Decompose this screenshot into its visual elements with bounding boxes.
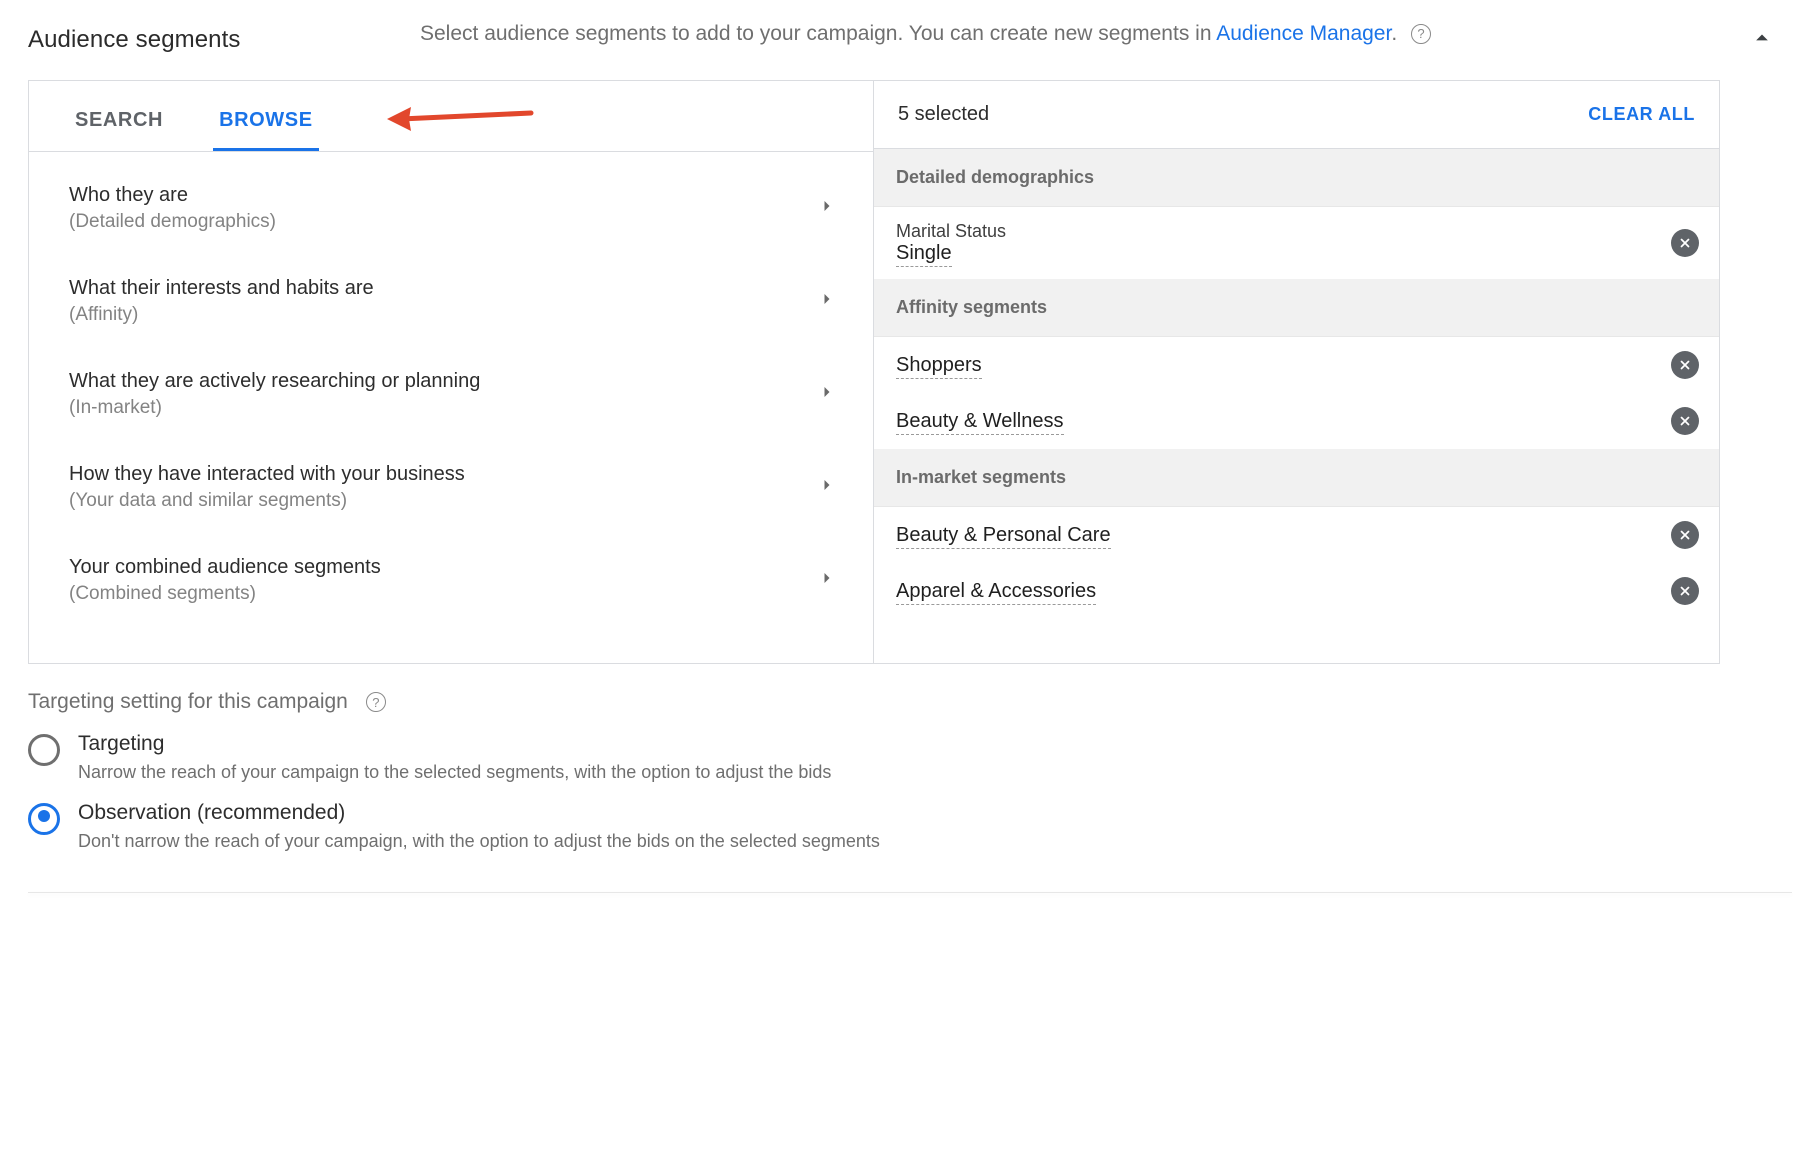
chevron-right-icon <box>817 475 837 500</box>
section-title: Audience segments <box>28 20 408 54</box>
chip-value: Beauty & Wellness <box>896 410 1064 435</box>
selected-chip-shoppers: Shoppers <box>874 337 1719 393</box>
selected-chip-beauty-wellness: Beauty & Wellness <box>874 393 1719 449</box>
remove-chip-button[interactable] <box>1671 521 1699 549</box>
selected-count: 5 selected <box>898 103 989 126</box>
collapse-button[interactable] <box>1732 20 1792 56</box>
help-icon[interactable]: ? <box>1411 24 1431 44</box>
selected-chip-marital-status: Marital Status Single <box>874 207 1719 279</box>
radio-observation[interactable] <box>28 803 60 835</box>
chevron-right-icon <box>817 196 837 221</box>
browse-item-sub: (Affinity) <box>69 304 374 326</box>
browse-list: Who they are (Detailed demographics) Wha… <box>29 152 873 663</box>
selected-chip-beauty-personal-care: Beauty & Personal Care <box>874 507 1719 563</box>
section-header-in-market: In-market segments <box>874 449 1719 507</box>
section-header-affinity: Affinity segments <box>874 279 1719 337</box>
chevron-right-icon <box>817 289 837 314</box>
selected-header: 5 selected CLEAR ALL <box>874 81 1719 149</box>
browse-item-combined[interactable]: Your combined audience segments (Combine… <box>41 534 861 627</box>
radio-option-targeting[interactable]: Targeting Narrow the reach of your campa… <box>28 732 1720 783</box>
browse-item-title: Who they are <box>69 184 276 207</box>
browse-item-in-market[interactable]: What they are actively researching or pl… <box>41 348 861 441</box>
browse-item-who-they-are[interactable]: Who they are (Detailed demographics) <box>41 162 861 255</box>
browse-item-title: What their interests and habits are <box>69 277 374 300</box>
chip-label: Marital Status <box>896 221 1006 242</box>
targeting-settings: Targeting setting for this campaign ? Ta… <box>28 690 1720 852</box>
browse-item-title: How they have interacted with your busin… <box>69 463 465 486</box>
help-icon[interactable]: ? <box>366 692 386 712</box>
panel-left: SEARCH BROWSE Who they are (Detailed dem… <box>29 81 874 663</box>
browse-item-sub: (Your data and similar segments) <box>69 490 465 512</box>
chevron-right-icon <box>817 568 837 593</box>
option-label: Observation (recommended) <box>78 801 1720 825</box>
section-header-detailed-demographics: Detailed demographics <box>874 149 1719 207</box>
chip-value: Shoppers <box>896 354 982 379</box>
targeting-heading-text: Targeting setting for this campaign <box>28 690 348 714</box>
divider <box>28 892 1792 893</box>
remove-chip-button[interactable] <box>1671 229 1699 257</box>
chip-value: Beauty & Personal Care <box>896 524 1111 549</box>
radio-targeting[interactable] <box>28 734 60 766</box>
audience-manager-link[interactable]: Audience Manager <box>1216 22 1391 45</box>
browse-item-sub: (Detailed demographics) <box>69 211 276 233</box>
section-intro: Select audience segments to add to your … <box>420 20 1720 48</box>
targeting-heading: Targeting setting for this campaign ? <box>28 690 1720 714</box>
radio-option-observation[interactable]: Observation (recommended) Don't narrow t… <box>28 801 1720 852</box>
remove-chip-button[interactable] <box>1671 351 1699 379</box>
selected-chip-apparel-accessories: Apparel & Accessories <box>874 563 1719 619</box>
option-label: Targeting <box>78 732 1720 756</box>
intro-suffix: . <box>1391 22 1397 45</box>
tab-browse[interactable]: BROWSE <box>213 99 319 151</box>
chip-value: Single <box>896 242 952 267</box>
panel-right: 5 selected CLEAR ALL Detailed demographi… <box>874 81 1719 663</box>
audience-panel: SEARCH BROWSE Who they are (Detailed dem… <box>28 80 1720 664</box>
browse-item-sub: (Combined segments) <box>69 583 381 605</box>
option-desc: Don't narrow the reach of your campaign,… <box>78 831 1720 852</box>
annotation-arrow <box>381 99 541 151</box>
clear-all-button[interactable]: CLEAR ALL <box>1588 104 1695 125</box>
chip-value: Apparel & Accessories <box>896 580 1096 605</box>
browse-item-sub: (In-market) <box>69 397 480 419</box>
option-desc: Narrow the reach of your campaign to the… <box>78 762 1720 783</box>
browse-item-your-data[interactable]: How they have interacted with your busin… <box>41 441 861 534</box>
remove-chip-button[interactable] <box>1671 577 1699 605</box>
chevron-right-icon <box>817 382 837 407</box>
browse-item-title: Your combined audience segments <box>69 556 381 579</box>
intro-text: Select audience segments to add to your … <box>420 22 1216 45</box>
remove-chip-button[interactable] <box>1671 407 1699 435</box>
tabs: SEARCH BROWSE <box>29 81 873 152</box>
browse-item-affinity[interactable]: What their interests and habits are (Aff… <box>41 255 861 348</box>
tab-search[interactable]: SEARCH <box>69 99 169 151</box>
browse-item-title: What they are actively researching or pl… <box>69 370 480 393</box>
